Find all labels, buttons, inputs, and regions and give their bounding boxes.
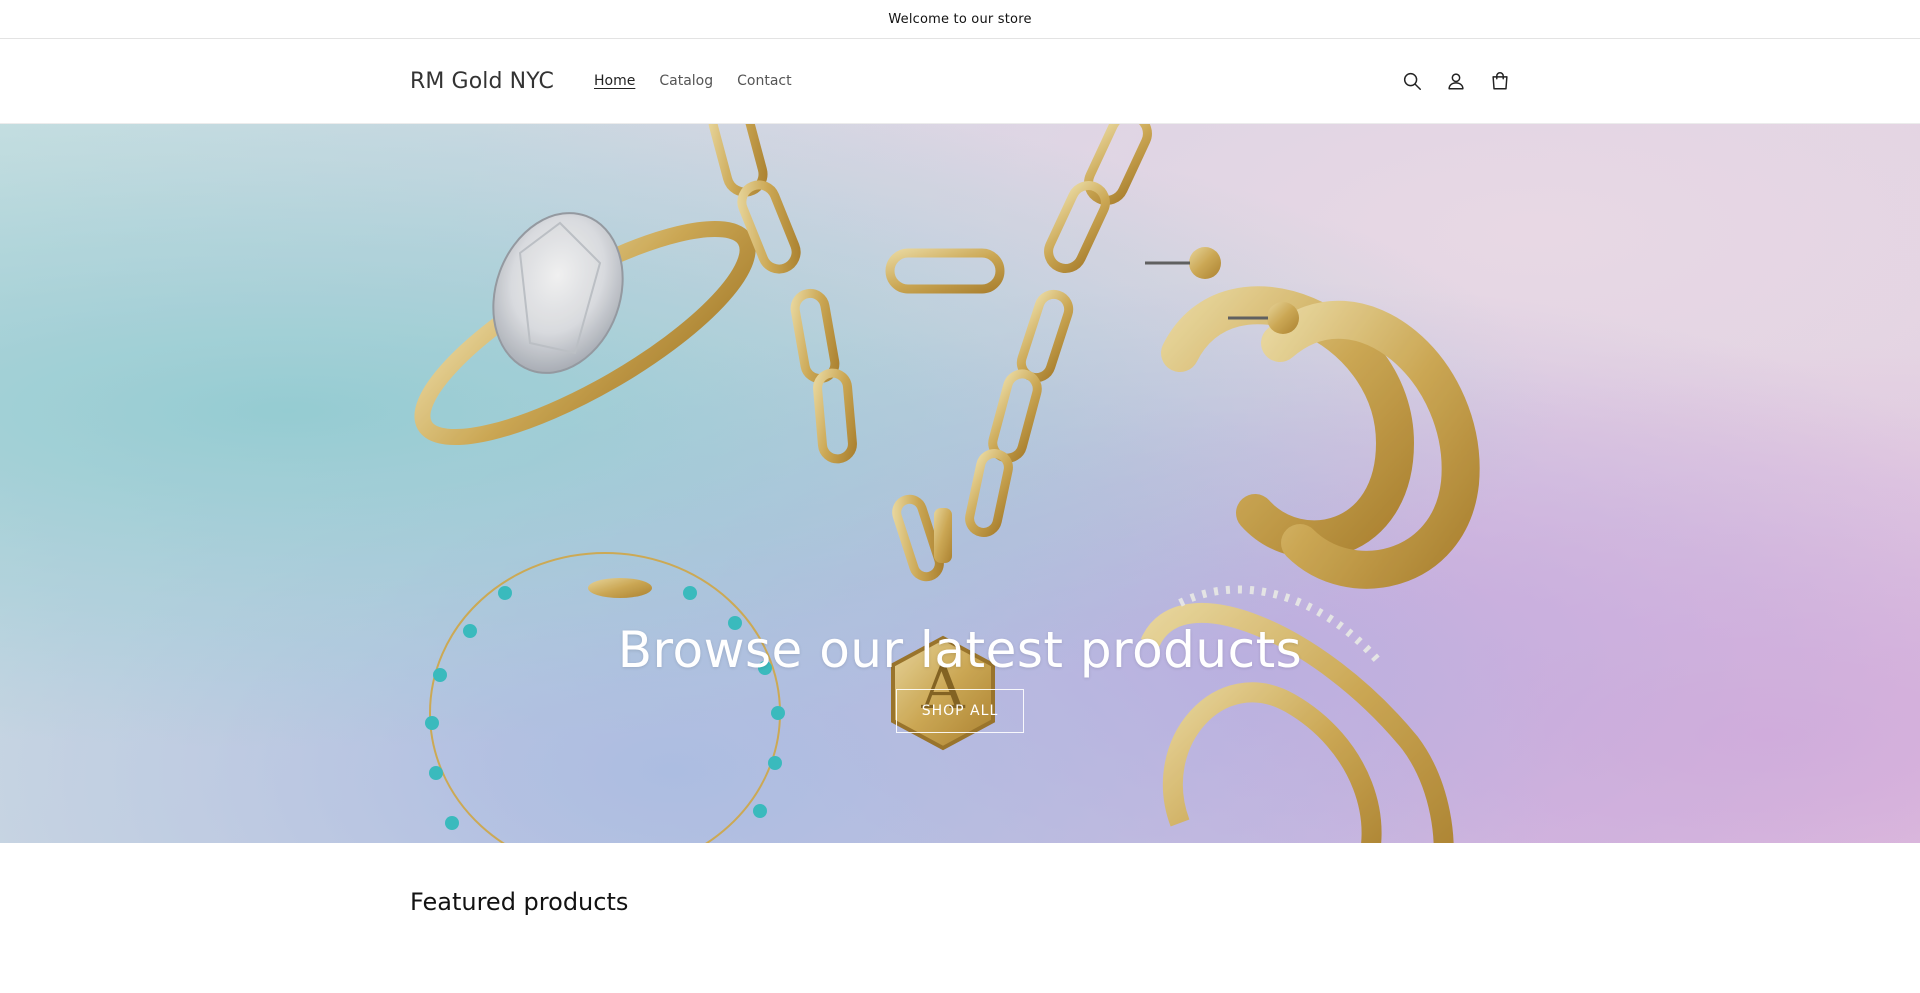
main-nav: Home Catalog Contact [594,73,792,89]
cart-icon[interactable] [1488,69,1512,93]
featured-products-heading: Featured products [410,888,629,916]
announcement-bar: Welcome to our store [0,0,1920,39]
nav-catalog[interactable]: Catalog [659,73,713,89]
nav-home[interactable]: Home [594,73,635,89]
search-icon[interactable] [1400,69,1424,93]
store-logo[interactable]: RM Gold NYC [410,69,554,94]
hero-title: Browse our latest products [617,621,1303,679]
hero-banner: A Browse our latest products SHOP ALL [0,123,1920,843]
account-icon[interactable] [1444,69,1468,93]
announcement-text: Welcome to our store [888,11,1032,27]
hero-overlay [0,123,1920,843]
site-header: RM Gold NYC Home Catalog Contact [0,39,1920,124]
header-icons [1400,69,1512,93]
nav-contact[interactable]: Contact [737,73,791,89]
shop-all-button[interactable]: SHOP ALL [896,689,1024,733]
hero-content: Browse our latest products SHOP ALL [0,621,1920,733]
